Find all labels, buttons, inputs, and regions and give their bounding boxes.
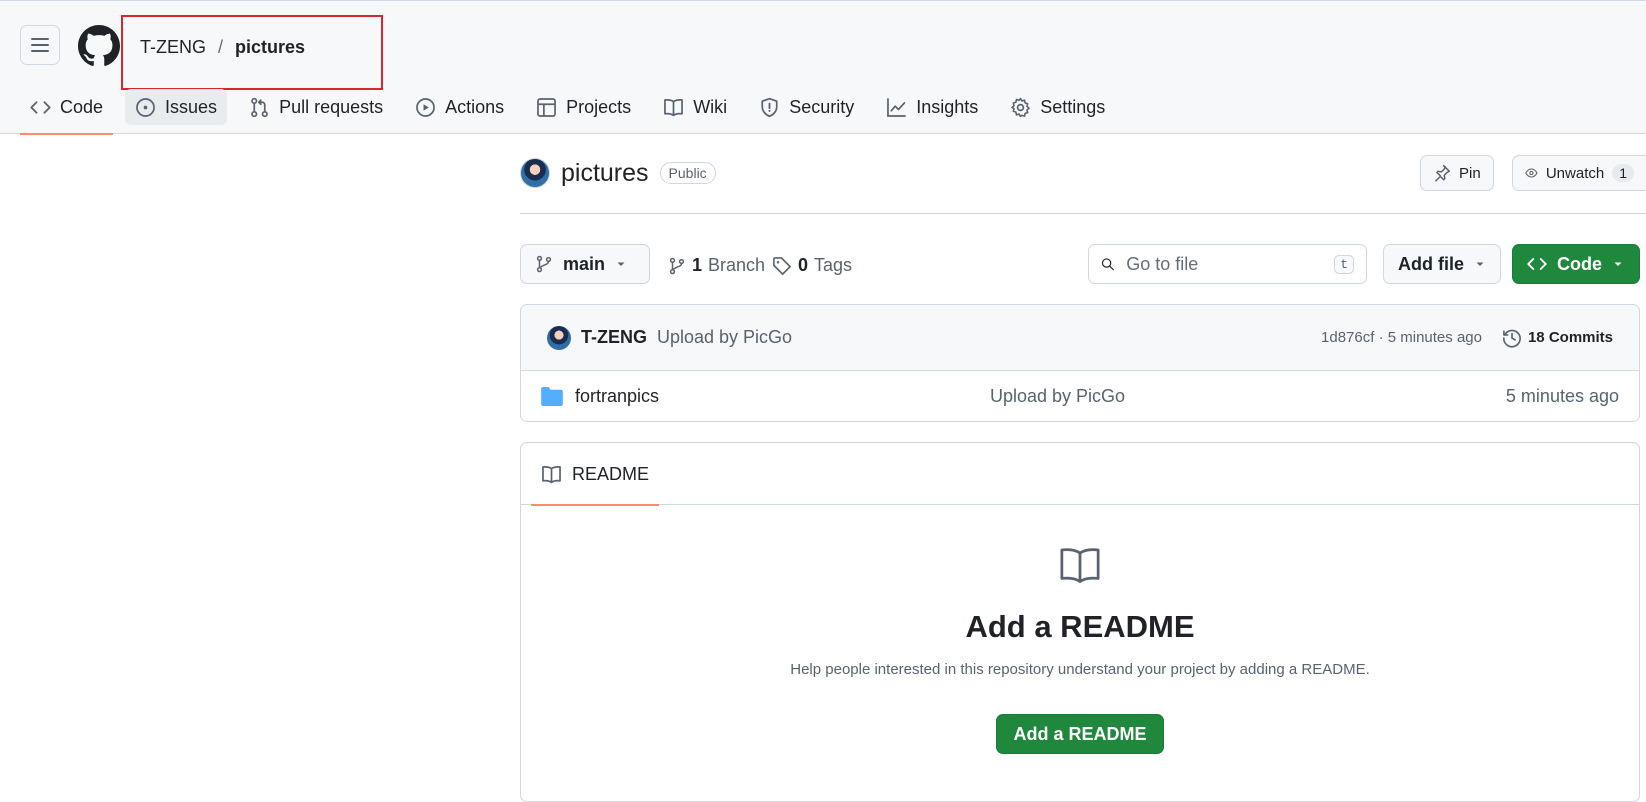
visibility-badge: Public [659,162,716,184]
history-icon [1503,329,1521,348]
readme-tabbar: README [521,443,1639,506]
annotation-highlight-box [121,15,383,90]
commit-author-avatar[interactable] [547,325,571,350]
table-icon [537,97,557,117]
pin-icon [1435,164,1451,182]
search-icon [1101,258,1114,271]
table-row: fortranpics Upload by PicGo 5 minutes ag… [521,371,1639,421]
eye-icon [1525,168,1538,178]
commits-history-link[interactable]: 18 Commits [1502,328,1613,348]
repo-nav-tabs: Code Issues Pull requests Actions Projec… [20,89,1127,135]
git-pull-request-icon [251,97,268,117]
code-dropdown-button[interactable]: Code [1512,244,1640,284]
git-branch-icon [669,257,685,274]
book-icon [664,98,684,116]
add-file-button[interactable]: Add file [1383,244,1501,284]
readme-tab-label: README [572,463,650,484]
repo-name[interactable]: pictures [561,159,649,188]
tab-wiki[interactable]: Wiki [653,89,737,125]
readme-panel: README Add a README Help people interest… [520,442,1640,802]
latest-commit-row: T-ZENG Upload by PicGo 1d876cf · 5 minut… [521,305,1639,371]
branches-count: 1 [692,255,703,275]
unwatch-label: Unwatch [1545,164,1605,182]
readme-empty-title: Add a README [965,609,1195,644]
code-icon [1527,258,1547,270]
commit-author-link[interactable]: T-ZENG [581,327,647,348]
graph-icon [887,97,907,117]
code-icon [30,100,51,114]
tab-security[interactable]: Security [749,89,864,125]
hamburger-icon [31,38,49,52]
tab-label: Settings [1040,96,1106,117]
branches-label: Branch [708,255,766,275]
tab-readme[interactable]: README [531,443,660,506]
tab-label: Security [789,96,855,117]
tab-settings[interactable]: Settings [1000,89,1115,125]
open-global-nav-button[interactable] [20,25,60,65]
tag-icon [773,256,791,275]
readme-empty-description: Help people interested in this repositor… [790,661,1370,678]
folder-icon [541,386,563,406]
go-to-file-input[interactable] [1124,252,1325,276]
add-file-label: Add file [1398,253,1464,274]
triangle-down-icon [617,262,625,266]
code-button-label: Code [1557,253,1602,274]
tab-label: Insights [916,96,979,117]
book-icon [542,465,561,483]
triangle-down-icon [1476,262,1484,266]
tab-pull-requests[interactable]: Pull requests [239,89,393,125]
file-commit-message-link[interactable]: Upload by PicGo [990,386,1125,407]
gear-icon [1011,97,1031,117]
branches-link[interactable]: 1 Branch [668,255,765,276]
owner-avatar[interactable] [520,158,550,188]
tab-label: Pull requests [279,96,384,117]
title-divider [520,213,1646,214]
tags-link[interactable]: 0 Tags [772,255,852,276]
file-table: T-ZENG Upload by PicGo 1d876cf · 5 minut… [520,304,1640,422]
tab-actions[interactable]: Actions [405,89,514,125]
shortcut-key-hint: t [1334,254,1354,274]
tab-label: Wiki [693,96,728,117]
commit-message-link[interactable]: Upload by PicGo [657,327,792,348]
tab-projects[interactable]: Projects [526,89,641,125]
commits-label: 18 Commits [1527,329,1613,346]
tab-label: Code [60,96,104,117]
repo-header: T-ZENG / pictures Code Issues Pull reque… [0,0,1646,135]
play-icon [416,97,436,117]
issue-opened-icon [136,97,155,117]
branch-select-button[interactable]: main [520,244,650,284]
triangle-down-icon [1614,262,1622,266]
file-commit-time: 5 minutes ago [1505,385,1619,406]
shield-icon [761,97,778,117]
tab-code[interactable]: Code [20,89,114,135]
repo-title-row: pictures Public [520,158,716,188]
book-icon [1060,548,1100,583]
unwatch-button[interactable]: Unwatch 1 [1512,155,1646,191]
tab-issues[interactable]: Issues [125,89,228,125]
commit-hash-and-time[interactable]: 1d876cf · 5 minutes ago [1321,329,1482,346]
tab-insights[interactable]: Insights [876,89,988,125]
tab-label: Actions [445,96,505,117]
go-to-file-search[interactable]: t [1088,244,1367,284]
pin-button[interactable]: Pin [1420,155,1494,191]
pin-label: Pin [1459,164,1481,182]
tags-count: 0 [798,255,809,275]
add-readme-button[interactable]: Add a README [996,714,1164,754]
tags-label: Tags [814,255,853,275]
file-name-link[interactable]: fortranpics [575,386,990,407]
tab-label: Issues [165,96,218,117]
branch-name: main [563,253,606,274]
github-logo-icon[interactable] [78,25,120,67]
watch-count: 1 [1612,164,1634,182]
readme-empty-state: Add a README Help people interested in t… [521,547,1639,754]
tab-label: Projects [566,96,632,117]
git-branch-icon [536,255,552,273]
